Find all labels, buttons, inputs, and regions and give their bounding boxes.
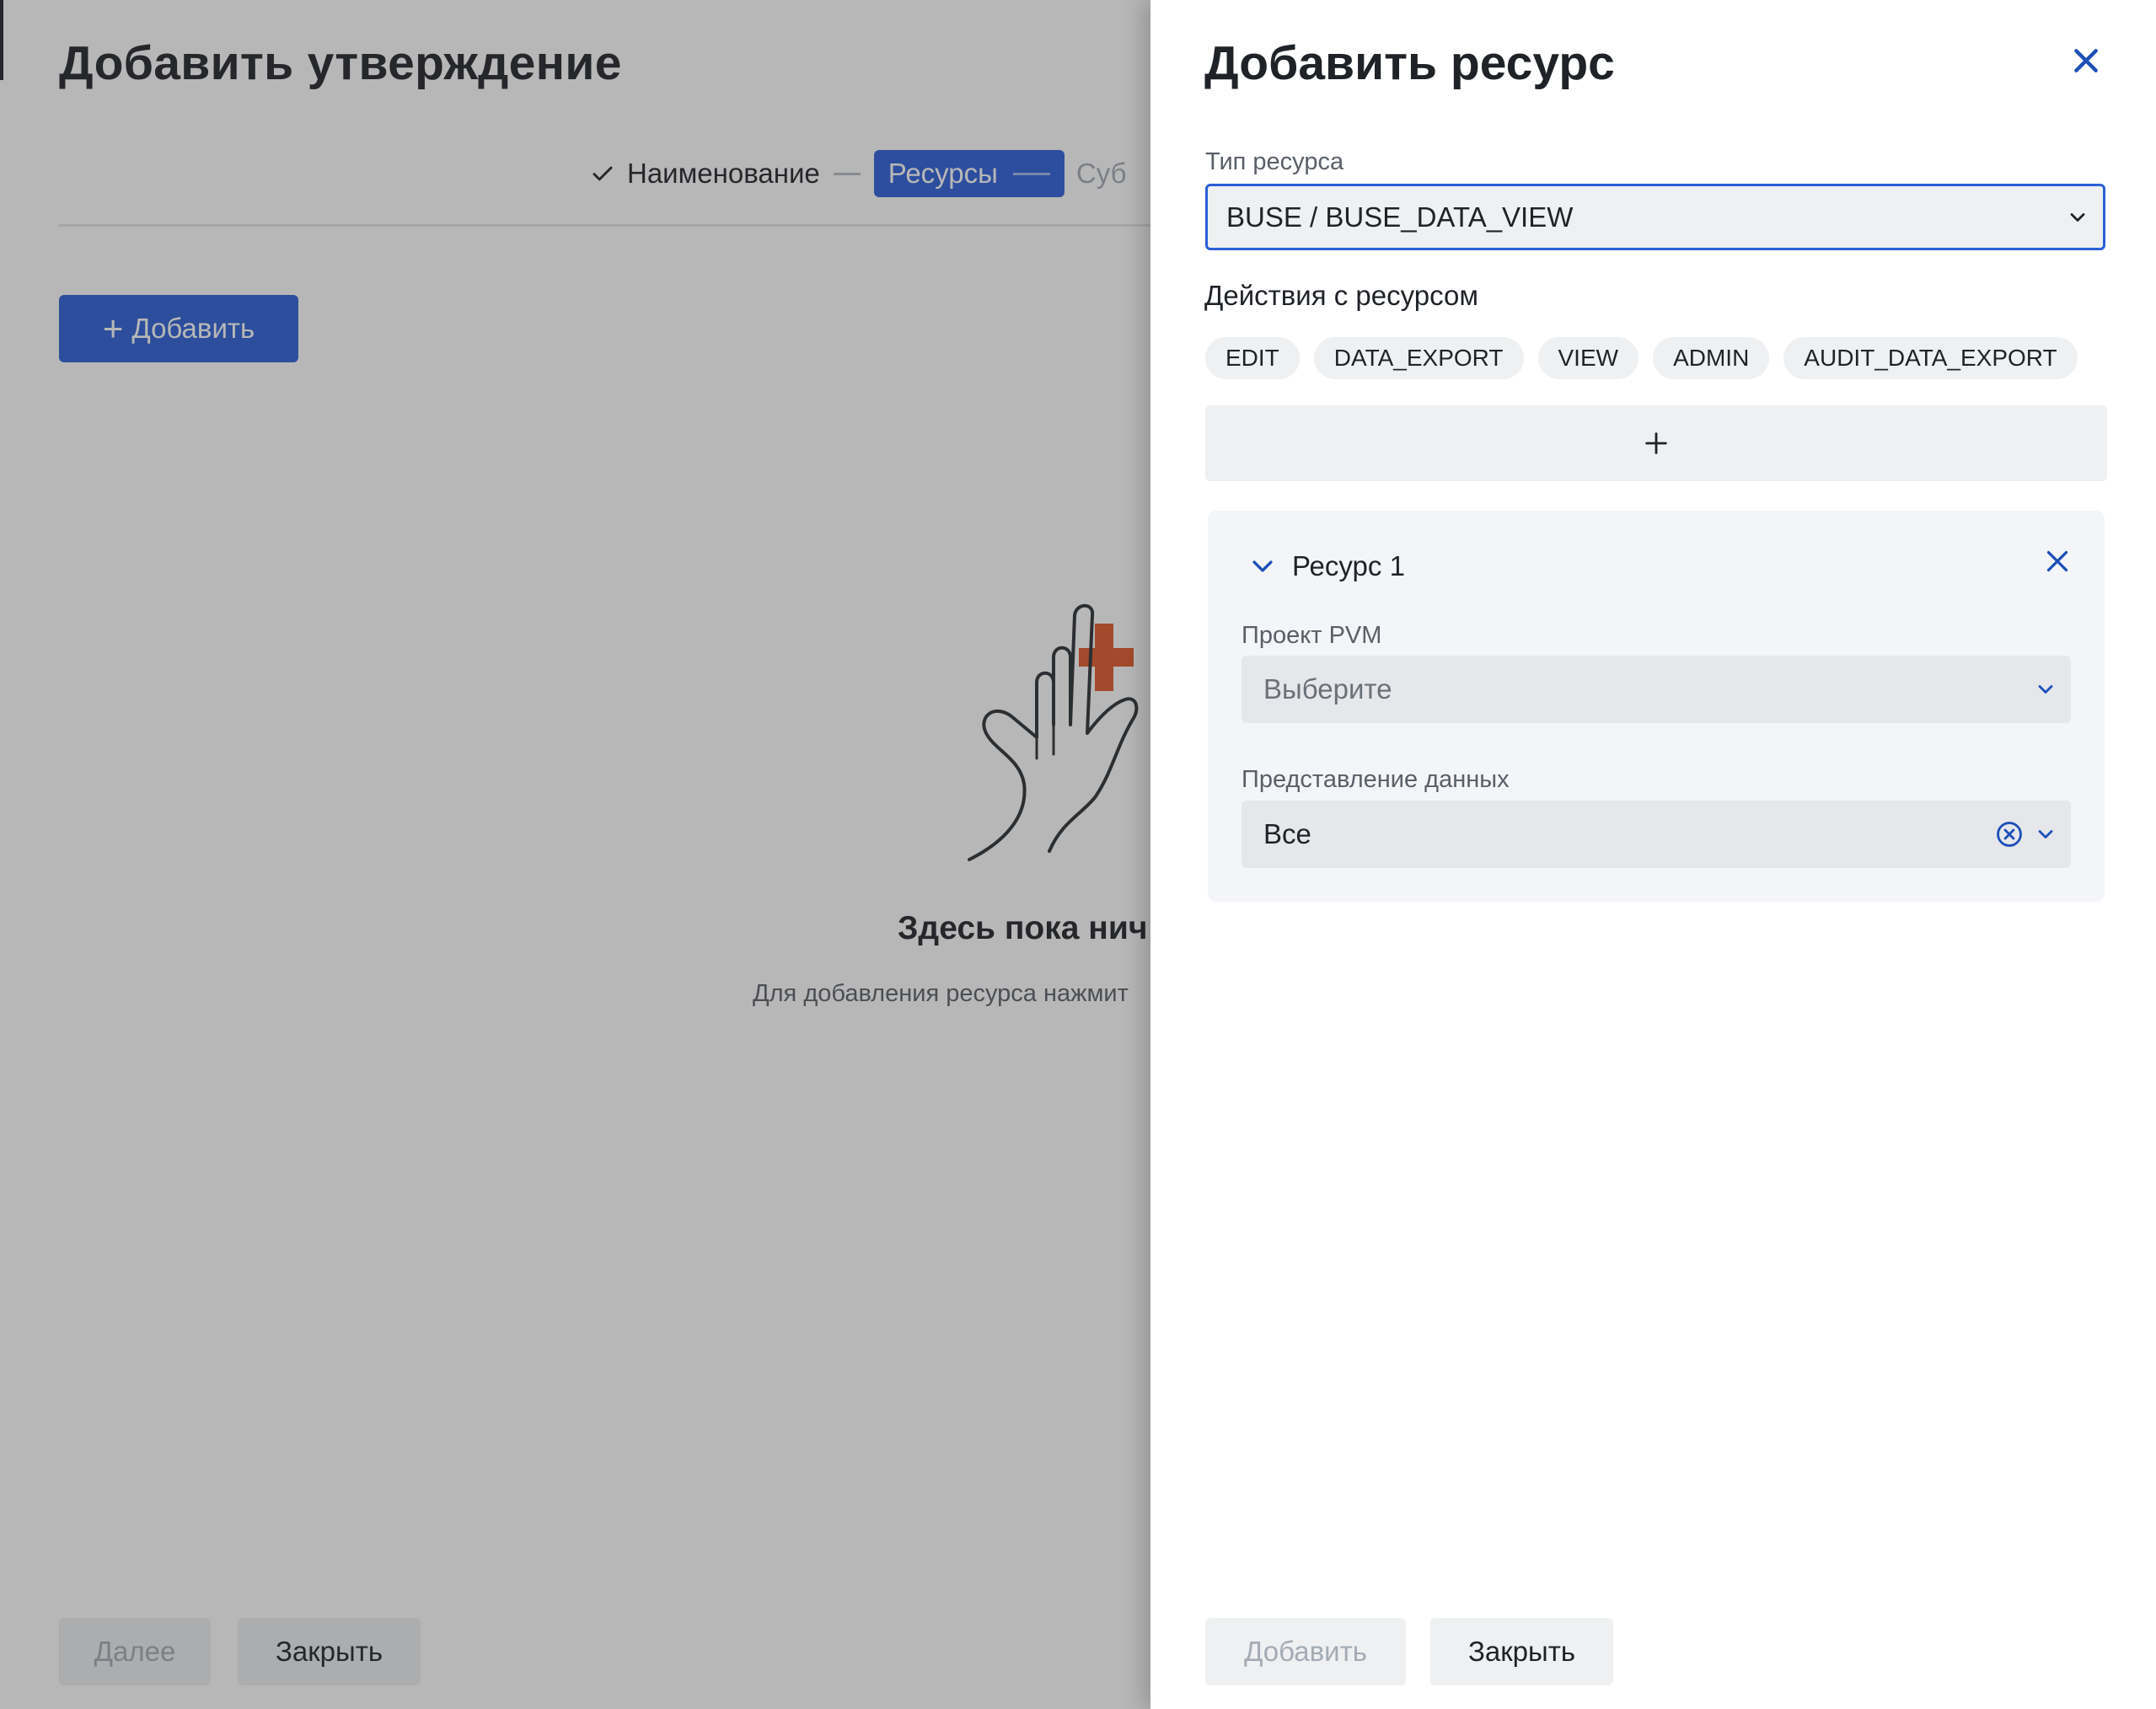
drawer-title: Добавить ресурс <box>1204 36 1615 90</box>
data-view-label: Представление данных <box>1242 766 1510 793</box>
resource-actions-title: Действия с ресурсом <box>1204 280 1479 311</box>
chevron-down-icon <box>2070 213 2085 222</box>
action-chip-data-export[interactable]: DATA_EXPORT <box>1313 337 1524 379</box>
add-resource-drawer: Добавить ресурс Тип ресурса BUSE / BUSE_… <box>1150 0 2156 1709</box>
resource-type-select[interactable]: BUSE / BUSE_DATA_VIEW <box>1205 184 2105 250</box>
clear-circle-icon[interactable] <box>1995 820 2024 849</box>
modal-overlay[interactable] <box>0 0 1150 1709</box>
resource-card-title: Ресурс 1 <box>1292 550 1405 581</box>
resource-card: Ресурс 1 Проект PVM Выберите Представлен… <box>1208 511 2105 902</box>
close-drawer-button[interactable]: Закрыть <box>1430 1618 1613 1685</box>
data-view-select[interactable]: Все <box>1242 801 2071 868</box>
resource-card-header[interactable]: Ресурс 1 <box>1248 541 1405 592</box>
project-select[interactable]: Выберите <box>1242 656 2071 723</box>
action-chip-edit[interactable]: EDIT <box>1205 337 1300 379</box>
resource-type-label: Тип ресурса <box>1205 148 1344 175</box>
data-view-value: Все <box>1263 818 1311 849</box>
action-chip-audit-data-export[interactable]: AUDIT_DATA_EXPORT <box>1783 337 2078 379</box>
close-icon[interactable] <box>2069 44 2103 78</box>
chevron-down-icon[interactable] <box>1248 552 1277 581</box>
action-chip-view[interactable]: VIEW <box>1537 337 1639 379</box>
resource-type-value: BUSE / BUSE_DATA_VIEW <box>1226 201 1574 233</box>
project-select-placeholder: Выберите <box>1263 673 1392 704</box>
project-label: Проект PVM <box>1242 622 1382 649</box>
close-icon[interactable] <box>2042 546 2073 576</box>
plus-icon <box>1645 432 1667 454</box>
chevron-down-icon <box>2038 685 2053 694</box>
action-chip-admin[interactable]: ADMIN <box>1653 337 1770 379</box>
add-action-button[interactable] <box>1205 405 2107 481</box>
chevron-down-icon[interactable] <box>2034 822 2057 846</box>
add-resource-button[interactable]: Добавить <box>1205 1618 1406 1685</box>
resource-actions-chips: EDIT DATA_EXPORT VIEW ADMIN AUDIT_DATA_E… <box>1205 337 2078 379</box>
